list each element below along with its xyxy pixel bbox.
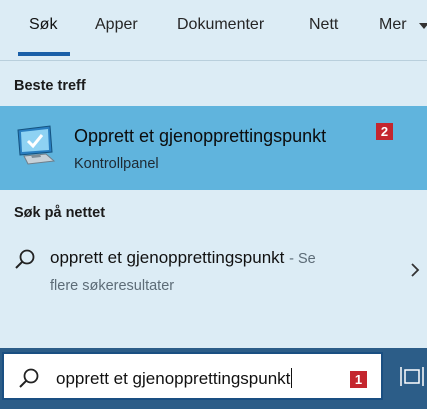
active-tab-indicator <box>18 52 70 56</box>
tab-mer[interactable]: Mer <box>379 16 407 34</box>
tabs-divider <box>0 60 427 61</box>
chevron-right-icon[interactable] <box>410 262 420 278</box>
best-match-subtitle: Kontrollpanel <box>74 156 159 172</box>
web-search-item[interactable]: opprett et gjenopprettingspunkt - Se fle… <box>0 234 427 306</box>
best-match-title: Opprett et gjenopprettingspunkt <box>74 126 327 146</box>
best-match-heading: Beste treff <box>14 78 86 94</box>
tab-dokumenter[interactable]: Dokumenter <box>177 16 264 34</box>
best-match-item[interactable]: Opprett et gjenopprettingspunkt Kontroll… <box>0 106 427 190</box>
text-caret <box>291 368 293 388</box>
web-search-hint-more: flere søkeresultater <box>50 278 175 294</box>
tab-sok[interactable]: Søk <box>29 16 57 34</box>
tab-apper[interactable]: Apper <box>95 16 138 34</box>
web-search-query: opprett et gjenopprettingspunkt <box>50 248 285 267</box>
search-box[interactable]: opprett et gjenopprettingspunkt <box>2 352 383 400</box>
task-view-button[interactable] <box>384 352 427 404</box>
search-panel: Søk Apper Dokumenter Nett Mer Beste tref… <box>0 0 427 348</box>
step-badge-2: 2 <box>376 123 393 140</box>
monitor-check-icon <box>17 125 56 165</box>
search-tabs: Søk Apper Dokumenter Nett Mer <box>0 0 427 58</box>
search-icon <box>19 368 39 388</box>
tab-nett[interactable]: Nett <box>309 16 338 34</box>
task-view-icon <box>400 367 424 386</box>
step-badge-1: 1 <box>350 371 367 388</box>
web-search-heading: Søk på nettet <box>14 205 106 221</box>
chevron-down-icon[interactable] <box>419 23 427 29</box>
search-icon <box>15 249 35 269</box>
web-search-hint: - Se <box>289 251 316 267</box>
search-input[interactable]: opprett et gjenopprettingspunkt <box>56 369 290 388</box>
